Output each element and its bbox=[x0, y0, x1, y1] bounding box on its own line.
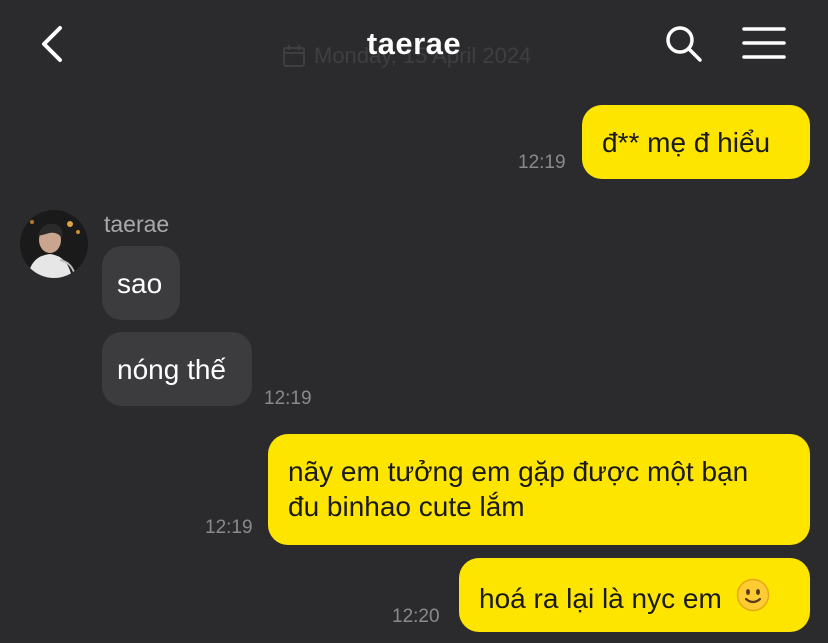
search-icon bbox=[666, 26, 702, 62]
message-text: sao bbox=[117, 268, 163, 299]
sender-name: taerae bbox=[104, 211, 170, 237]
message-text-line: đu binhao cute lắm bbox=[288, 491, 525, 522]
outgoing-message-bubble[interactable]: hoá ra lại là nyc em bbox=[459, 558, 810, 632]
menu-button[interactable] bbox=[742, 26, 786, 60]
message-time: 12:19 bbox=[205, 517, 253, 538]
hamburger-menu-icon bbox=[742, 27, 786, 59]
message-time: 12:19 bbox=[518, 152, 566, 173]
slightly-smiling-face-icon bbox=[736, 578, 770, 620]
search-button[interactable] bbox=[664, 24, 704, 64]
outgoing-message-bubble[interactable]: đ** mẹ đ hiểu bbox=[582, 105, 810, 179]
avatar[interactable] bbox=[20, 210, 88, 278]
message-text: đ** mẹ đ hiểu bbox=[602, 127, 771, 158]
message-time: 12:19 bbox=[264, 388, 312, 409]
message-text: hoá ra lại là nyc em bbox=[479, 583, 722, 614]
chat-header: Monday, 15 April 2024 taerae bbox=[0, 0, 828, 92]
outgoing-message-bubble[interactable]: nãy em tưởng em gặp được một bạn đu binh… bbox=[268, 434, 810, 545]
avatar-photo bbox=[20, 210, 88, 278]
message-time: 12:20 bbox=[392, 606, 440, 627]
message-text: nóng thế bbox=[117, 354, 226, 385]
incoming-message-bubble[interactable]: sao bbox=[102, 246, 180, 320]
message-text-line: nãy em tưởng em gặp được một bạn bbox=[288, 456, 749, 487]
incoming-message-bubble[interactable]: nóng thế bbox=[102, 332, 252, 406]
